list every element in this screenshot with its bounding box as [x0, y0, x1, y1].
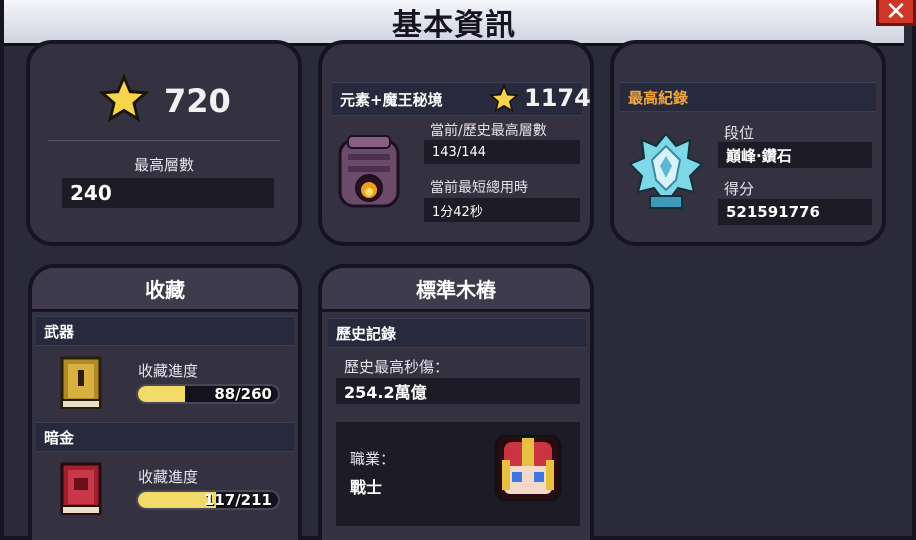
- floor-field: 143/144: [424, 140, 580, 164]
- weapons-progress-bar: 88/260: [136, 384, 280, 404]
- class-box: 職業： 戰士: [336, 422, 580, 526]
- close-icon: ✕: [885, 0, 907, 27]
- weapons-progress-label: 收藏進度: [138, 362, 199, 380]
- weapons-header-bar: 武器: [36, 316, 294, 346]
- warrior-portrait-icon: [494, 434, 562, 502]
- collection-header: 收藏: [32, 268, 298, 312]
- history-header: 歷史記錄: [336, 324, 397, 343]
- dummy-header: 標準木樁: [322, 268, 590, 312]
- dark-gold-book-icon: [60, 462, 102, 515]
- floor-label: 當前/歷史最高層數: [430, 123, 547, 139]
- star-icon: [98, 74, 150, 122]
- record-panel: 最高紀錄 段位 巔峰·鑽石 得分 521591776: [610, 40, 886, 246]
- history-header-bar: 歷史記錄: [328, 318, 586, 348]
- dps-field: 254.2萬億: [336, 378, 580, 404]
- weapons-header: 武器: [44, 322, 75, 341]
- class-label: 職業：: [350, 450, 396, 468]
- diamond-rank-icon: [628, 132, 704, 209]
- demon-portal-icon: [338, 135, 400, 208]
- dark-gold-progress-label: 收藏進度: [138, 468, 199, 486]
- weapons-progress-text: 88/260: [214, 385, 272, 403]
- weapon-book-icon: [60, 356, 102, 409]
- collection-panel: 收藏 武器 收藏進度 88/260 暗金 收藏進度 117/211: [28, 264, 302, 540]
- score-field: 521591776: [718, 199, 872, 225]
- rank-field: 巔峰·鑽石: [718, 142, 872, 168]
- total-stars-panel: 720 最高層數 240: [26, 40, 302, 246]
- dungeon-name: 元素+魔王秘境: [340, 90, 443, 109]
- total-stars-value: 720: [164, 82, 231, 120]
- dark-gold-header: 暗金: [44, 428, 75, 447]
- dark-gold-header-bar: 暗金: [36, 422, 294, 452]
- star-icon: [488, 84, 520, 113]
- dark-gold-progress-bar: 117/211: [136, 490, 280, 510]
- close-button[interactable]: ✕: [876, 0, 916, 27]
- dummy-title: 標準木樁: [416, 278, 496, 302]
- time-label: 當前最短總用時: [430, 180, 528, 196]
- dungeon-panel: 元素+魔王秘境 1174 當前/歷史最高層數 143/144 當前最短總用時 1…: [318, 40, 594, 246]
- rank-label: 段位: [724, 124, 755, 142]
- highest-floor-field: 240: [62, 178, 274, 208]
- class-value: 戰士: [350, 478, 383, 497]
- dummy-panel: 標準木樁 歷史記錄 歷史最高秒傷： 254.2萬億 職業： 戰士: [318, 264, 594, 540]
- score-label: 得分: [724, 180, 755, 198]
- time-field: 1分42秒: [424, 198, 580, 222]
- dungeon-stars-value: 1174: [524, 84, 591, 112]
- dark-gold-progress-text: 117/211: [203, 491, 272, 509]
- dps-label: 歷史最高秒傷：: [344, 358, 450, 376]
- highest-floor-label: 最高層數: [133, 156, 194, 174]
- window-title: 基本資訊: [392, 7, 516, 43]
- record-header: 最高紀錄: [628, 88, 689, 107]
- collection-title: 收藏: [145, 278, 185, 302]
- record-header-bar: 最高紀錄: [620, 82, 876, 112]
